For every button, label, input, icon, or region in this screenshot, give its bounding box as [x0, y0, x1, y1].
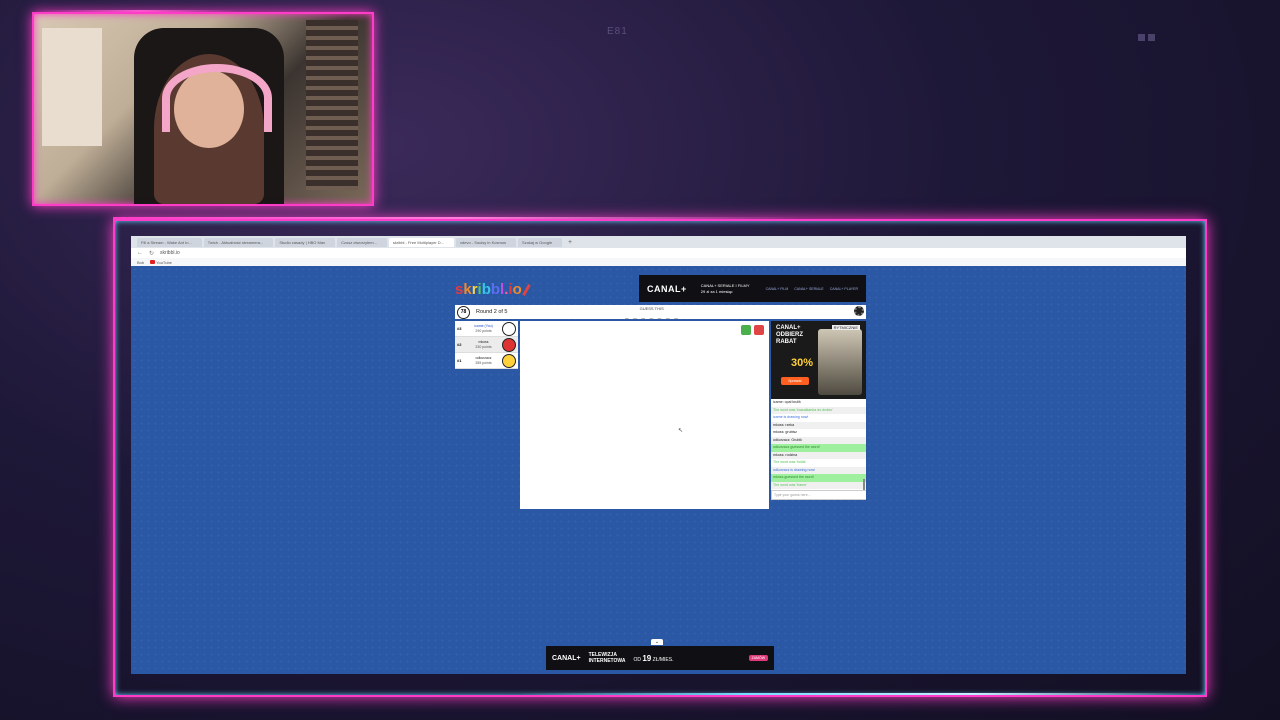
- chat-message: mkoss: grubisz: [773, 430, 797, 434]
- bookmark-item[interactable]: Bob: [137, 260, 144, 265]
- chat-message: mkoss: rzeka: [771, 421, 866, 429]
- chat-message: odkurzacz guessed the word!: [771, 444, 866, 452]
- bookmark-youtube[interactable]: YouTube: [150, 260, 172, 265]
- avatar: [502, 353, 516, 368]
- chat-message: odkurzacz is drawing now!: [771, 466, 866, 474]
- avatar: [502, 337, 516, 352]
- webcam-blinds: [306, 20, 358, 190]
- browser-tab[interactable]: Twich - Aktualność streamera...: [203, 237, 274, 247]
- headphones-icon: [162, 64, 272, 132]
- drawing-canvas[interactable]: ↖: [520, 321, 769, 509]
- avatar: [502, 321, 516, 336]
- collapse-ad-icon[interactable]: ⌄: [651, 639, 663, 645]
- overlay-indicator: [1138, 28, 1160, 41]
- browser-tab[interactable]: xdevo - Soulsy in Kosmos: [456, 237, 517, 247]
- settings-gear-icon[interactable]: [854, 306, 864, 316]
- browser-tab[interactable]: Studio zasady | HBO Max: [275, 237, 336, 247]
- word-hint: GUESS THIS _ _ _ _ _ _ _: [625, 306, 679, 320]
- ad-cta-button[interactable]: Sprawdź: [781, 377, 809, 385]
- ad-order-button[interactable]: ZAMÓW: [748, 655, 768, 661]
- chat-message: The word was 'frame': [771, 481, 866, 489]
- new-tab-icon[interactable]: +: [564, 239, 576, 246]
- chat-message: mkoss guessed the word!: [771, 474, 866, 482]
- skribbl-logo: skribbl.io: [455, 281, 531, 298]
- bottom-banner-ad[interactable]: CANAL+ TELEWIZJA INTERNETOWA OD 19 ZŁ/MIE…: [546, 646, 774, 670]
- webcam-overlay: [32, 12, 374, 206]
- right-column: CANAL+ ODBIERZ RABAT 30% Sprawdź RYTMICZNI…: [771, 321, 866, 509]
- player-row[interactable]: #3 icame (You) 290 points: [455, 321, 518, 337]
- timer-clock-icon: 78: [457, 305, 470, 319]
- chat-message: The word was 'krasalkanka do drobiu': [771, 406, 866, 414]
- pencil-icon: [521, 284, 531, 296]
- reload-icon[interactable]: ↻: [149, 250, 154, 257]
- address-bar: ← ↻ skribbl.io: [131, 248, 1186, 258]
- thumbs-up-icon[interactable]: [741, 325, 751, 335]
- chat-message: The word was 'foldis': [773, 460, 807, 464]
- back-icon[interactable]: ←: [137, 250, 143, 256]
- webcam-background-wall: [42, 28, 102, 146]
- youtube-icon: [150, 260, 156, 265]
- browser-tab[interactable]: Fill a Stream - Wake Ant In...: [137, 237, 202, 247]
- skribbl-page: skribbl.io CANAL+ CANAL+ SERIALE I FILMY…: [131, 266, 1186, 674]
- browser-window: Fill a Stream - Wake Ant In... Twich - A…: [131, 236, 1186, 674]
- top-banner-ad[interactable]: CANAL+ CANAL+ SERIALE I FILMY 29 zł za 1 …: [639, 275, 866, 302]
- side-banner-ad[interactable]: CANAL+ ODBIERZ RABAT 30% Sprawdź RYTMICZNI…: [771, 321, 866, 399]
- browser-tab[interactable]: Czosz otworzyłem...: [337, 237, 387, 247]
- overlay-code: E81: [607, 26, 628, 37]
- ad-image: [818, 329, 862, 395]
- player-list: #3 icame (You) 290 points #2 mkoss 330 poi…: [455, 321, 518, 369]
- tab-bar: Fill a Stream - Wake Ant In... Twich - A…: [131, 236, 1186, 248]
- chat-message: icame: opal krulik: [773, 400, 801, 404]
- mouse-cursor-icon: ↖: [678, 428, 684, 434]
- chat-box: icame: opal krulik The word was 'krasalka…: [771, 399, 866, 500]
- player-row[interactable]: #1 odkurzacz 355 points: [455, 353, 518, 369]
- player-row[interactable]: #2 mkoss 330 points: [455, 337, 518, 353]
- browser-tab-active[interactable]: skribbl - Free Multiplayer D...: [388, 237, 454, 247]
- chat-message: mkoss: rodzina: [771, 451, 866, 459]
- round-counter: Round 2 of 5: [476, 309, 508, 315]
- browser-tab[interactable]: Szukaj w Google: [518, 237, 563, 247]
- url-field[interactable]: skribbl.io: [160, 250, 180, 256]
- chat-message: odkurzacz: Grubik: [771, 436, 866, 444]
- thumbs-down-icon[interactable]: [754, 325, 764, 335]
- chat-message: icame is drawing now!: [773, 415, 809, 419]
- chat-input[interactable]: Type your guess here...: [771, 490, 866, 500]
- game-header: 78 Round 2 of 5 GUESS THIS _ _ _ _ _ _ _: [455, 305, 866, 320]
